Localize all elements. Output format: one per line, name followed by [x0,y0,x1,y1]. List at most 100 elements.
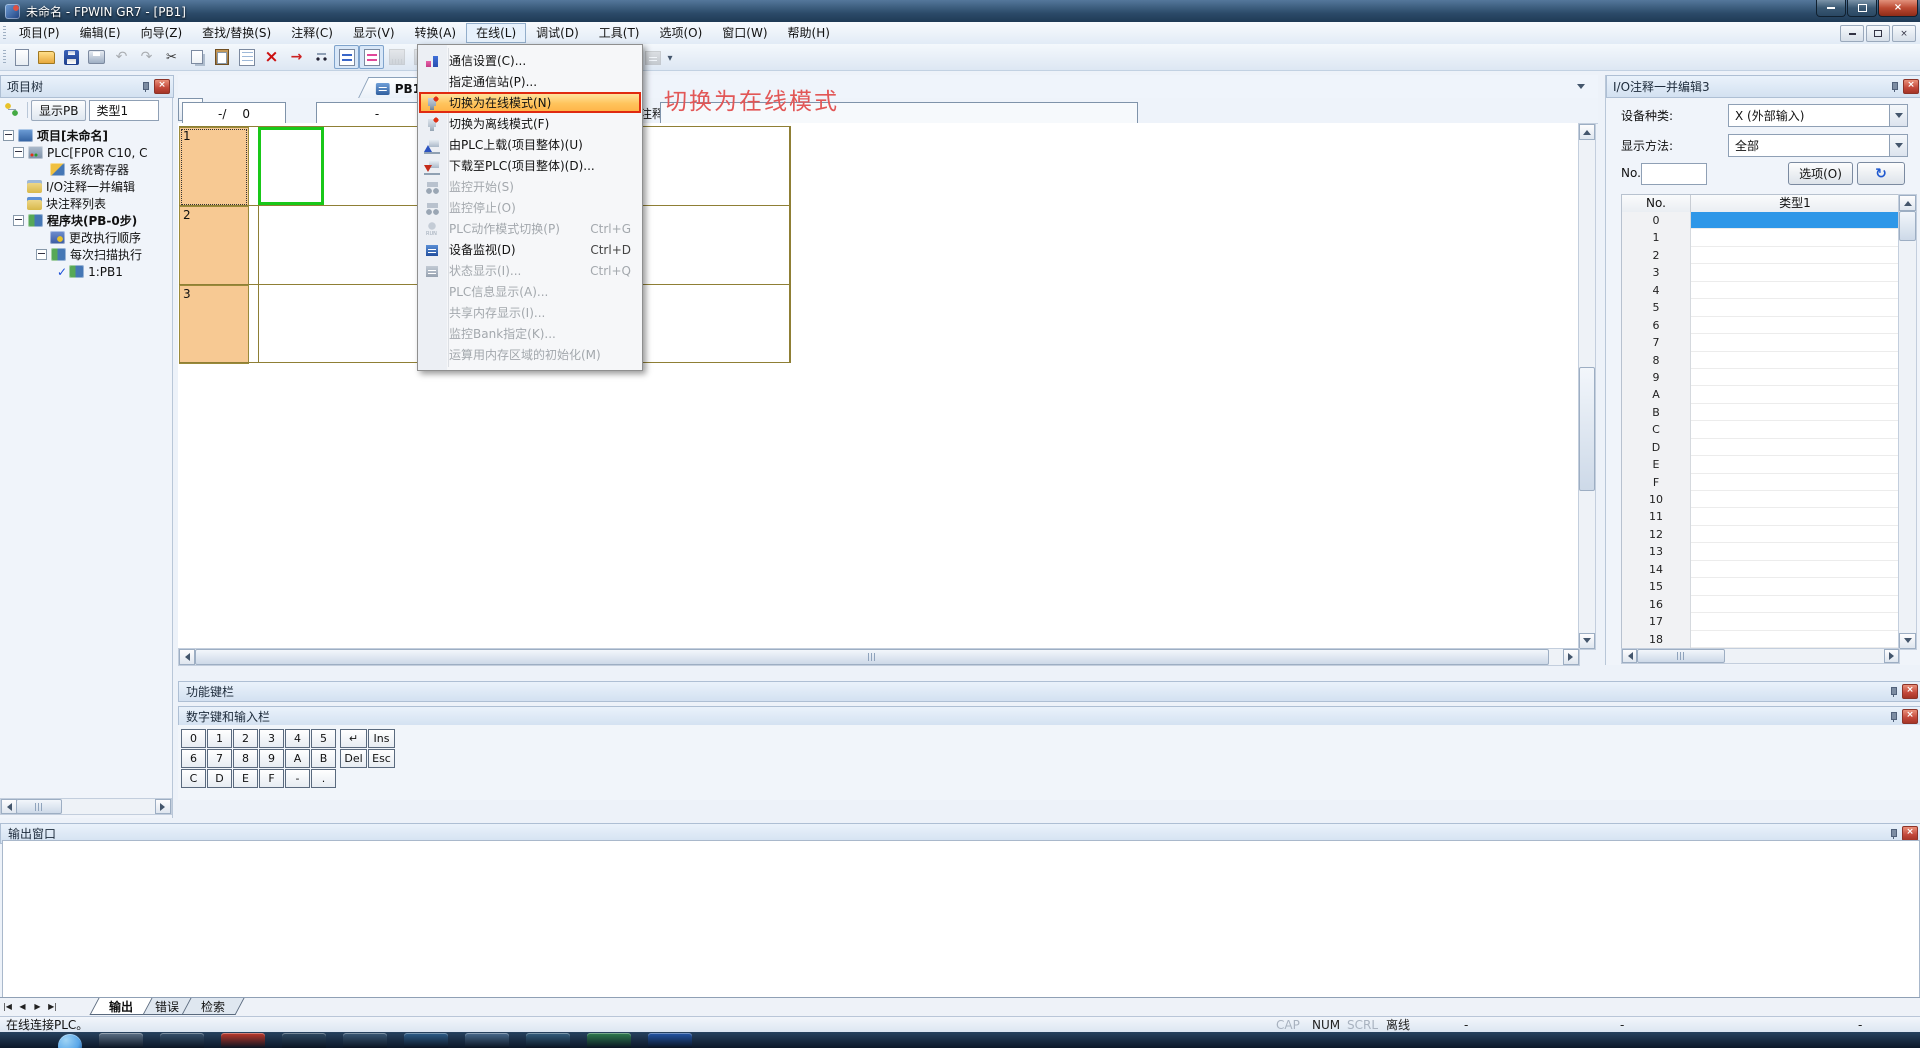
io-table-row[interactable]: 8 [1622,352,1899,369]
taskbar-app-4[interactable] [282,1033,326,1048]
project-tree-hscrollbar[interactable] [0,798,172,815]
keypad-key[interactable]: ↵ [340,729,367,748]
io-table-hscrollbar[interactable] [1621,648,1900,664]
tab-next-button[interactable]: ▶ [30,999,45,1014]
menubar-item[interactable]: 工具(T) [589,23,650,43]
comment-cell[interactable] [1691,596,1899,613]
comment-view[interactable] [359,45,384,69]
comment-cell[interactable] [1691,386,1899,403]
keypad-key[interactable]: F [259,769,284,788]
keypad-key[interactable]: Esc [368,749,395,768]
keypad-key[interactable]: B [311,749,336,768]
scroll-down-button[interactable] [1899,633,1916,649]
tree-filter-icon[interactable] [4,102,20,118]
taskbar-app-3[interactable] [221,1033,265,1048]
keypad-key[interactable]: . [311,769,336,788]
io-table-row[interactable]: 5 [1622,299,1899,316]
online-menu-item[interactable]: 切换为离线模式(F) [419,113,641,134]
menubar-item[interactable]: 窗口(W) [712,23,777,43]
keypad-key[interactable]: 4 [285,729,310,748]
online-menu-item[interactable]: 监控Bank指定(K)... [419,323,641,344]
online-menu-item[interactable]: 运算用内存区域的初始化(M) [419,344,641,365]
online-menu-item[interactable]: 监控开始(S) [419,176,641,197]
keypad-key[interactable]: A [285,749,310,768]
io-table-row[interactable]: 4 [1622,282,1899,299]
menubar-item[interactable]: 在线(L) [466,23,526,43]
expand-collapse-icon[interactable] [36,249,47,260]
tree-item[interactable]: 每次扫描执行 [0,246,172,263]
comment-cell[interactable] [1691,561,1899,578]
io-table-row[interactable]: E [1622,456,1899,473]
keypad-key[interactable]: 1 [207,729,232,748]
io-table-row[interactable]: 13 [1622,543,1899,560]
keypad-key[interactable]: - [285,769,310,788]
pin-icon[interactable] [1888,686,1899,698]
ladder-view[interactable] [334,45,359,69]
comment-cell[interactable] [1691,613,1899,630]
mdi-minimize-button[interactable] [1840,25,1864,42]
online-menu-item[interactable]: 指定通信站(P)... [419,71,641,92]
ladder-row-header-1[interactable]: 1 [179,127,249,207]
paste[interactable] [209,45,234,69]
toolbar-drag-handle[interactable] [3,50,6,64]
comment-cell[interactable] [1691,299,1899,316]
menubar-item[interactable]: 转换(A) [405,23,467,43]
keypad-key[interactable]: 7 [207,749,232,768]
cut[interactable] [159,45,184,69]
keypad-key[interactable]: 3 [259,729,284,748]
online-menu-item[interactable]: 状态显示(I)... Ctrl+Q [419,260,641,281]
online-menu-item[interactable]: 下载至PLC(项目整体)(D)... [419,155,641,176]
io-table-row[interactable]: 14 [1622,561,1899,578]
tab-first-button[interactable]: |◀ [0,999,15,1014]
delete-red[interactable] [259,45,284,69]
expand-collapse-icon[interactable] [13,147,24,158]
io-table-row[interactable]: F [1622,474,1899,491]
keypad-key[interactable]: D [207,769,232,788]
expand-collapse-icon[interactable] [13,215,24,226]
io-table-row[interactable]: 16 [1622,596,1899,613]
comment-cell[interactable] [1691,229,1899,246]
panel-close-button[interactable]: × [1902,709,1918,724]
scroll-up-button[interactable] [1899,195,1916,211]
tree-item[interactable]: PLC[FP0R C10, C [0,144,172,161]
online-menu-item[interactable]: 通信设置(C)... [419,50,641,71]
keypad-key[interactable]: 0 [181,729,206,748]
minimize-button[interactable] [1816,0,1846,17]
taskbar-app-9[interactable] [587,1033,631,1048]
keypad-key[interactable]: 5 [311,729,336,748]
menubar-item[interactable]: 注释(C) [281,23,343,43]
device-type-select[interactable]: X (外部输入) [1728,104,1908,127]
taskbar-app-1[interactable] [99,1033,143,1048]
menubar-item[interactable]: 编辑(E) [70,23,131,43]
online-menu-item[interactable]: 切换为在线模式(N) [419,92,641,113]
start-orb[interactable] [58,1034,82,1048]
output-content-area[interactable] [2,840,1920,999]
keypad-key[interactable]: 8 [233,749,258,768]
taskbar-app-8[interactable] [526,1033,570,1048]
io-table-row[interactable]: C [1622,421,1899,438]
keypad-key[interactable]: 2 [233,729,258,748]
scroll-right-button[interactable] [1563,649,1579,665]
online-menu-item[interactable]: PLC动作模式切换(P) Ctrl+G [419,218,641,239]
comment-cell[interactable] [1691,578,1899,595]
ladder-row-header-2[interactable]: 2 [179,206,249,286]
comment-cell[interactable] [1691,421,1899,438]
close-button[interactable]: × [1878,0,1918,17]
comment-cell[interactable] [1691,247,1899,264]
step-counter-field[interactable]: -/ 0 [182,102,286,125]
tab-list-dropdown-button[interactable] [1574,80,1588,94]
print[interactable] [84,45,109,69]
tab-last-button[interactable]: ▶| [45,999,60,1014]
tree-item[interactable]: I/O注释一并编辑 [0,178,172,195]
restore-button[interactable] [1847,0,1877,17]
tab-prev-button[interactable]: ◀ [15,999,30,1014]
expand-collapse-icon[interactable] [3,130,14,141]
type-combo[interactable]: 类型1 [89,100,159,121]
comment-cell[interactable] [1691,264,1899,281]
find[interactable] [309,45,334,69]
copy[interactable] [184,45,209,69]
scroll-thumb[interactable] [1637,649,1725,663]
mdi-close-button[interactable]: × [1892,25,1916,42]
jump[interactable] [284,45,309,69]
comment-cell[interactable] [1691,491,1899,508]
